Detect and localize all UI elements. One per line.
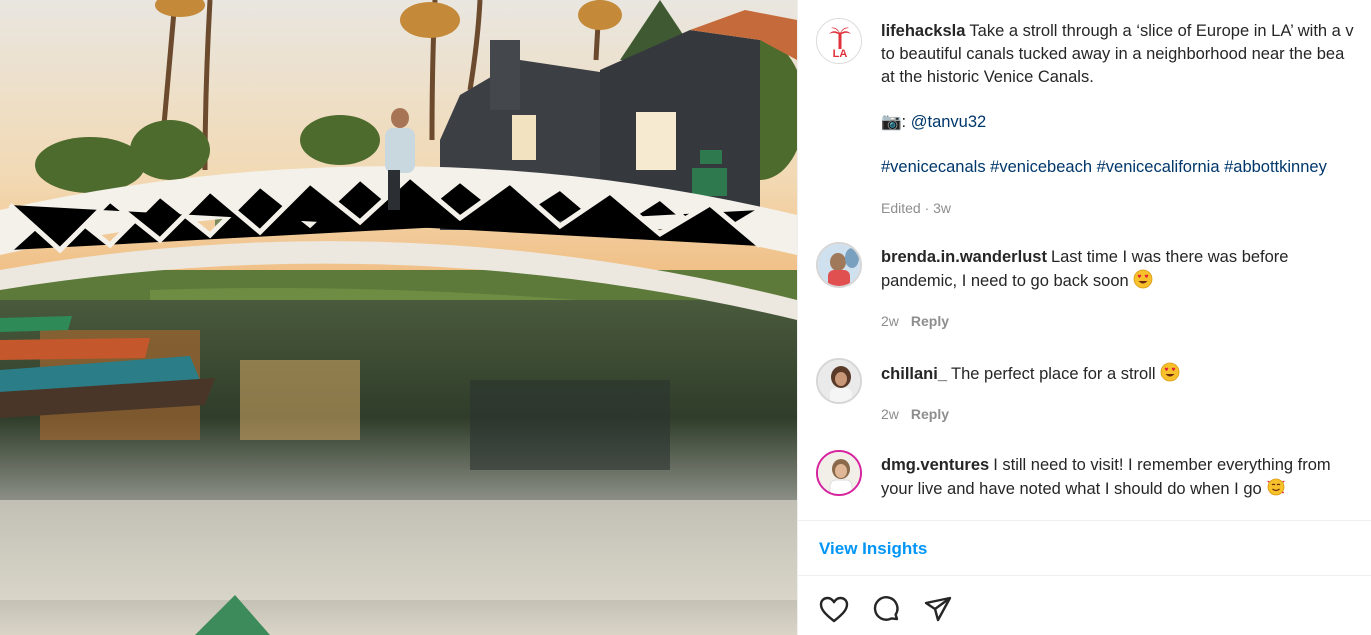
share-icon[interactable] bbox=[922, 594, 954, 624]
hashtag-link[interactable]: #venicecanals bbox=[881, 158, 986, 176]
heart-eyes-emoji-icon bbox=[1133, 269, 1153, 289]
avatar-photo-icon bbox=[818, 360, 860, 402]
comment-username[interactable]: chillani_ bbox=[881, 365, 947, 383]
comment-text: dmg.ventures I still need to visit! I rem… bbox=[881, 454, 1371, 501]
post-action-bar bbox=[818, 594, 954, 624]
photo-credit-link[interactable]: @tanvu32 bbox=[911, 113, 986, 131]
avatar-photo-icon bbox=[818, 452, 860, 494]
commenter-avatar[interactable] bbox=[816, 242, 862, 288]
comment-text: chillani_ The perfect place for a stroll bbox=[881, 362, 1371, 386]
commenter-avatar-story-ring[interactable] bbox=[816, 450, 862, 496]
heart-eyes-emoji-icon bbox=[1160, 362, 1180, 382]
author-username[interactable]: lifehacksla bbox=[881, 22, 965, 40]
comment-line-1: I still need to visit! I remember everyt… bbox=[993, 456, 1331, 474]
photo-credit-separator: : bbox=[901, 113, 907, 131]
hashtag-link[interactable]: #venicebeach bbox=[990, 158, 1092, 176]
caption-line-3: at the historic Venice Canals. bbox=[881, 68, 1094, 86]
smiling-hearts-emoji-icon bbox=[1267, 478, 1285, 496]
caption-text: lifehacksla Take a stroll through a ‘slic… bbox=[881, 20, 1371, 179]
comment-meta: 2w Reply bbox=[881, 313, 949, 329]
insights-divider-bottom bbox=[798, 575, 1371, 576]
insights-divider-top bbox=[798, 520, 1371, 521]
camera-icon: 📷 bbox=[881, 113, 902, 131]
svg-text:LA: LA bbox=[833, 48, 848, 60]
reply-button[interactable]: Reply bbox=[911, 406, 949, 422]
view-insights-link[interactable]: View Insights bbox=[819, 539, 927, 559]
post-side-panel: LA lifehacksla Take a stroll through a ‘s… bbox=[797, 0, 1371, 635]
comment-line-2: pandemic, I need to go back soon bbox=[881, 272, 1129, 290]
lifehacksla-logo-icon: LA bbox=[817, 19, 861, 63]
caption-edited-time: Edited · 3w bbox=[881, 200, 952, 216]
comment-line-2: your live and have noted what I should d… bbox=[881, 480, 1262, 498]
comment-line-1: The perfect place for a stroll bbox=[951, 365, 1156, 383]
caption-line-1: Take a stroll through a ‘slice of Europe… bbox=[969, 22, 1354, 40]
heart-icon[interactable] bbox=[818, 594, 850, 624]
post-photo[interactable] bbox=[0, 0, 797, 635]
hashtag-link[interactable]: #venicecalifornia bbox=[1097, 158, 1220, 176]
reply-button[interactable]: Reply bbox=[911, 313, 949, 329]
comment-username[interactable]: brenda.in.wanderlust bbox=[881, 248, 1047, 266]
avatar-photo-icon bbox=[818, 244, 860, 286]
comment-icon[interactable] bbox=[870, 594, 902, 624]
venice-canal-image bbox=[0, 0, 797, 635]
comment-age: 2w bbox=[881, 313, 899, 329]
author-avatar[interactable]: LA bbox=[816, 18, 862, 64]
comment-meta: 2w Reply bbox=[881, 406, 949, 422]
caption-line-2: to beautiful canals tucked away in a nei… bbox=[881, 45, 1345, 63]
hashtag-link[interactable]: #abbottkinney bbox=[1224, 158, 1327, 176]
commenter-avatar[interactable] bbox=[816, 358, 862, 404]
comment-username[interactable]: dmg.ventures bbox=[881, 456, 989, 474]
comment-age: 2w bbox=[881, 406, 899, 422]
comment-text: brenda.in.wanderlust Last time I was ther… bbox=[881, 246, 1371, 293]
comment-line-1: Last time I was there was before bbox=[1050, 248, 1289, 266]
